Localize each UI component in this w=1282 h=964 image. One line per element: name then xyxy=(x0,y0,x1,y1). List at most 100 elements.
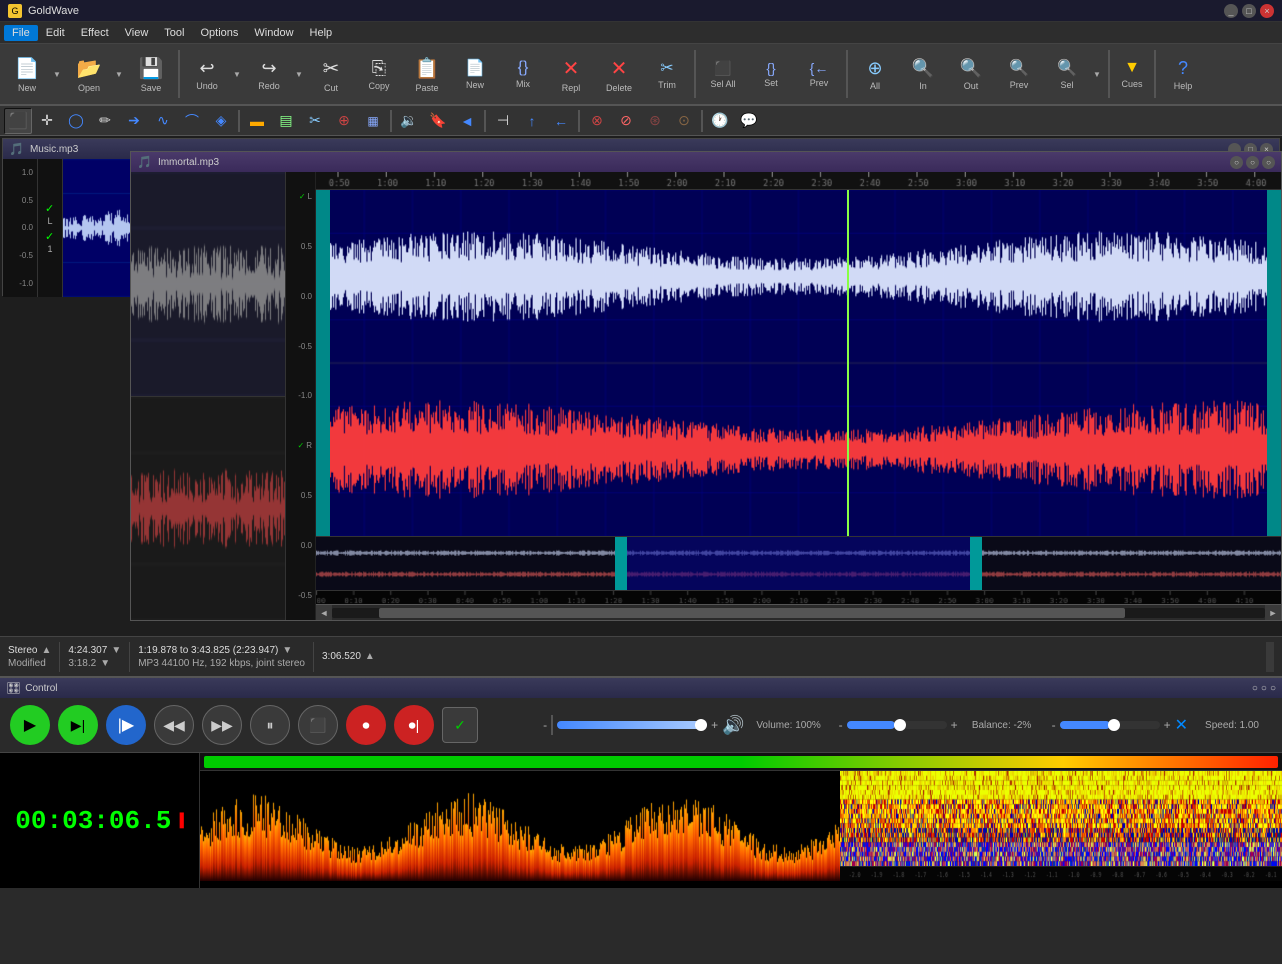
new2-button[interactable]: 📄 New xyxy=(452,46,498,102)
mix-button[interactable]: {} Mix xyxy=(500,46,546,102)
zoom-sel-dropdown[interactable]: ▼ xyxy=(1090,46,1104,102)
undo-button[interactable]: ↩ Undo xyxy=(184,46,230,102)
lim3-btn[interactable]: ⊛ xyxy=(641,108,669,134)
resize-handle[interactable] xyxy=(1266,642,1274,672)
help-button[interactable]: ? Help xyxy=(1160,46,1206,102)
new-dropdown[interactable]: ▼ xyxy=(50,46,64,102)
move-btn[interactable]: ✛ xyxy=(33,108,61,134)
immortal-win-min[interactable]: ○ xyxy=(1230,156,1243,169)
channels-dropdown[interactable]: ▲ xyxy=(41,645,51,656)
balance-thumb[interactable] xyxy=(894,719,906,731)
menu-window[interactable]: Window xyxy=(246,25,301,41)
spectrum2-btn[interactable]: ▦ xyxy=(359,108,387,134)
paste-button[interactable]: 📋 Paste xyxy=(404,46,450,102)
record-button[interactable]: ⏺ xyxy=(346,705,386,745)
position-dropdown[interactable]: ▲ xyxy=(365,651,375,662)
delete-button[interactable]: ✕ Delete xyxy=(596,46,642,102)
maximize-btn[interactable]: □ xyxy=(1242,4,1256,18)
stop-button[interactable]: ⬛ xyxy=(298,705,338,745)
pause-button[interactable]: ⏸ xyxy=(250,705,290,745)
control-win-min[interactable]: ○ xyxy=(1252,683,1258,694)
h-scrollbar[interactable]: ◄ ► xyxy=(316,604,1281,620)
prev-button[interactable]: {← Prev xyxy=(796,46,842,102)
zoom-all-button[interactable]: ⊕ All xyxy=(852,46,898,102)
zoom-sel-button[interactable]: 🔍 Sel xyxy=(1044,46,1090,102)
redo-dropdown[interactable]: ▼ xyxy=(292,46,306,102)
play-button[interactable]: ▶ xyxy=(10,705,50,745)
control-win-close[interactable]: ○ xyxy=(1270,683,1276,694)
zoom-circle-btn[interactable]: ◯ xyxy=(62,108,90,134)
trim-button[interactable]: ✂ Trim xyxy=(644,46,690,102)
marker-btn[interactable]: ⊣ xyxy=(489,108,517,134)
volume-thumb[interactable] xyxy=(695,719,707,731)
redo-button[interactable]: ↪ Redo xyxy=(246,46,292,102)
selall-button[interactable]: ⬛ Sel All xyxy=(700,46,746,102)
menu-options[interactable]: Options xyxy=(192,25,246,41)
play-selection-button[interactable]: ▶| xyxy=(58,705,98,745)
spectrum-btn[interactable]: ▤ xyxy=(272,108,300,134)
open-button[interactable]: 📂 Open xyxy=(66,46,112,102)
control-win-max[interactable]: ○ xyxy=(1261,683,1267,694)
diamond-btn[interactable]: ◈ xyxy=(207,108,235,134)
undo-dropdown[interactable]: ▼ xyxy=(230,46,244,102)
lim2-btn[interactable]: ⊘ xyxy=(612,108,640,134)
menu-edit[interactable]: Edit xyxy=(38,25,73,41)
menu-view[interactable]: View xyxy=(117,25,157,41)
stop-btn[interactable]: ⬛ xyxy=(4,108,32,134)
selection-end-bracket[interactable] xyxy=(1267,190,1281,536)
zoom-out-button[interactable]: 🔍 Out xyxy=(948,46,994,102)
clock-btn[interactable]: 🕐 xyxy=(706,108,734,134)
play-from-start-button[interactable]: |▶ xyxy=(106,705,146,745)
lim4-btn[interactable]: ⊙ xyxy=(670,108,698,134)
duration-dropdown[interactable]: ▼ xyxy=(111,645,121,656)
immortal-win-close[interactable]: ○ xyxy=(1262,156,1275,169)
crosshair-btn[interactable]: ⊕ xyxy=(330,108,358,134)
pencil-btn[interactable]: ✏ xyxy=(91,108,119,134)
speed-minus-icon[interactable]: - xyxy=(1052,718,1056,732)
close-btn[interactable]: × xyxy=(1260,4,1274,18)
menu-effect[interactable]: Effect xyxy=(73,25,117,41)
copy-button[interactable]: ⎘ Copy xyxy=(356,46,402,102)
selection-dropdown[interactable]: ▼ xyxy=(282,645,292,656)
open-dropdown[interactable]: ▼ xyxy=(112,46,126,102)
bal-minus-icon[interactable]: - xyxy=(839,718,843,732)
menu-help[interactable]: Help xyxy=(302,25,341,41)
scrollbar-thumb[interactable] xyxy=(379,608,1125,618)
fast-forward-button[interactable]: ▶▶ xyxy=(202,705,242,745)
new-button[interactable]: 📄 New xyxy=(4,46,50,102)
zoom-in-button[interactable]: 🔍 In xyxy=(900,46,946,102)
speed-plus-icon[interactable]: + xyxy=(1164,718,1171,732)
scroll-left-arrow[interactable]: ◄ xyxy=(316,605,332,621)
volume-slider[interactable] xyxy=(557,721,707,729)
scissors-btn[interactable]: ✂ xyxy=(301,108,329,134)
bal-plus-icon[interactable]: + xyxy=(951,718,958,732)
menu-file[interactable]: File xyxy=(4,25,38,41)
menu-tool[interactable]: Tool xyxy=(156,25,192,41)
chat-btn[interactable]: 💬 xyxy=(735,108,763,134)
zoom-dropdown[interactable]: ▼ xyxy=(100,658,110,669)
arrow-left-btn[interactable]: ← xyxy=(547,108,575,134)
arrow-btn[interactable]: ➔ xyxy=(120,108,148,134)
wave-btn[interactable]: ∿ xyxy=(149,108,177,134)
speed-reset-icon[interactable]: ✕ xyxy=(1175,715,1188,735)
minimize-btn[interactable]: _ xyxy=(1224,4,1238,18)
confirm-button[interactable]: ✓ xyxy=(442,707,478,743)
curve-btn[interactable]: ⌒ xyxy=(178,108,206,134)
vol-minus-icon[interactable]: - xyxy=(543,718,547,732)
save-button[interactable]: 💾 Save xyxy=(128,46,174,102)
cursor-btn[interactable]: ↑ xyxy=(518,108,546,134)
bookmark-btn[interactable]: 🔖 xyxy=(424,108,452,134)
vol-left-btn[interactable]: ◄ xyxy=(453,108,481,134)
lim-btn[interactable]: ⊗ xyxy=(583,108,611,134)
scroll-right-arrow[interactable]: ► xyxy=(1265,605,1281,621)
set-button[interactable]: {} Set xyxy=(748,46,794,102)
speed-thumb[interactable] xyxy=(1108,719,1120,731)
repl-button[interactable]: ✕ Repl xyxy=(548,46,594,102)
rewind-button[interactable]: ◀◀ xyxy=(154,705,194,745)
selection-start-bracket[interactable] xyxy=(316,190,330,536)
record-selection-button[interactable]: ⏺| xyxy=(394,705,434,745)
cut-button[interactable]: ✂ Cut xyxy=(308,46,354,102)
color-btn[interactable]: ▬ xyxy=(243,108,271,134)
balance-slider[interactable] xyxy=(847,721,947,729)
zoom-prev-button[interactable]: 🔍 Prev xyxy=(996,46,1042,102)
